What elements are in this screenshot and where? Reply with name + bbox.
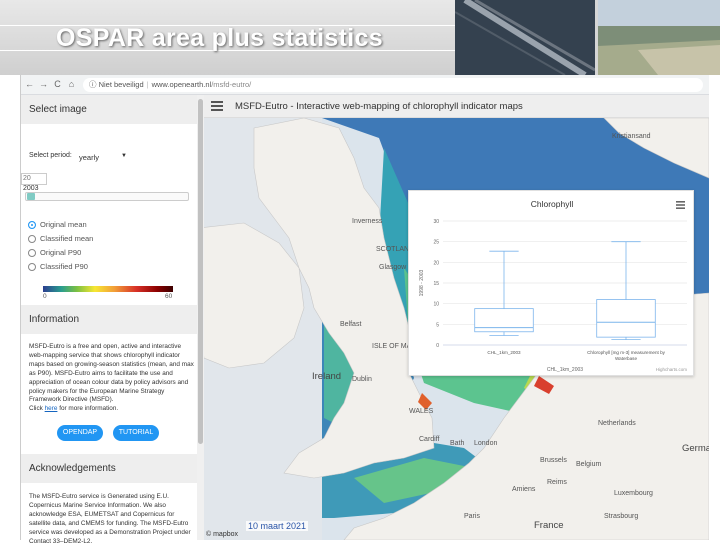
sidebar: Select image Select period: yearly ▼ 20 … [21, 95, 204, 545]
radio-label: Original P90 [40, 248, 82, 257]
radio-unchecked-icon [28, 263, 36, 272]
radio-checked-icon [28, 221, 36, 230]
slide-header: OSPAR area plus statistics [0, 0, 720, 75]
click-prefix: Click [29, 405, 45, 413]
y-tick-label: 15 [433, 281, 439, 287]
url-field[interactable]: ⓘ Niet beveiligd | www.openearth.nl/msfd-e… [83, 78, 703, 92]
box-plot: 0 5 10 15 20 25 30 1998 - 2003 CHL_1km_2003 Chlor… [419, 219, 687, 373]
map-label-kristiansand: Kristiansand [612, 133, 651, 140]
back-icon[interactable]: ← [24, 79, 35, 89]
radio-classified-mean[interactable]: Classified mean [28, 234, 93, 246]
radio-label: Classified mean [40, 234, 94, 243]
url-path: /msfd-eutro/ [211, 80, 252, 89]
colorbar-max: 60 [165, 293, 173, 300]
map-label-amiens: Amiens [512, 486, 536, 493]
address-bar: ← → C ⌂ ⓘ Niet beveiligd | www.openearth.n… [21, 75, 709, 95]
map-label-ireland: Ireland [312, 371, 342, 382]
click-suffix: for more information. [57, 405, 119, 413]
map-label-wales: WALES [409, 408, 434, 415]
map-label-cardiff: Cardiff [419, 436, 440, 443]
caret-down-icon: ▼ [121, 153, 127, 159]
y-tick-label: 20 [433, 260, 439, 266]
more-info-link[interactable]: here [45, 405, 58, 412]
mapbox-attribution[interactable]: © mapbox [206, 531, 238, 538]
app-bar: MSFD-Eutro - Interactive web-mapping of … [204, 95, 709, 118]
y-tick-label: 10 [433, 302, 439, 308]
map-label-brussels: Brussels [540, 457, 567, 464]
x-tick-label: Waterbase [615, 356, 637, 361]
app-title: MSFD-Eutro - Interactive web-mapping of … [235, 101, 523, 112]
sidebar-scrollbar-thumb[interactable] [198, 99, 203, 444]
map-label-glasgow: Glasgow [379, 264, 407, 271]
radio-original-mean[interactable]: Original mean [28, 220, 87, 232]
info-icon: ⓘ [89, 80, 97, 89]
period-select[interactable]: yearly ▼ [79, 153, 134, 165]
y-tick-label: 5 [436, 322, 439, 328]
period-label: Select period: [29, 152, 72, 159]
select-image-heading: Select image [21, 95, 197, 124]
map-label-netherlands: Netherlands [598, 420, 636, 427]
menu-icon[interactable] [211, 101, 223, 111]
map-label-luxembourg: Luxembourg [614, 490, 653, 497]
map-label-bath: Bath [450, 440, 465, 447]
opendap-button[interactable]: OPENDAP [57, 425, 103, 441]
bridge-photo [455, 0, 595, 75]
tutorial-button[interactable]: TUTORIAL [113, 425, 159, 441]
y-tick-label: 25 [433, 240, 439, 246]
forward-icon[interactable]: → [38, 79, 49, 89]
chlorophyll-colorbar [43, 286, 173, 292]
y-tick-label: 30 [433, 219, 439, 225]
map-label-belfast: Belfast [340, 321, 362, 328]
year-value: 2003 [23, 185, 39, 192]
information-heading: Information [21, 305, 197, 334]
x-tick-label: CHL_1km_2003 [487, 350, 521, 355]
year-slider-handle[interactable] [27, 193, 35, 200]
map-label-paris: Paris [464, 513, 480, 520]
radio-original-p90[interactable]: Original P90 [28, 248, 81, 260]
map-label-germany: Germany [682, 443, 709, 454]
map-label-london: London [474, 440, 498, 447]
reload-icon[interactable]: C [52, 79, 63, 89]
home-icon[interactable]: ⌂ [66, 79, 77, 89]
box [474, 308, 534, 333]
chart-credit: Highcharts.com [655, 367, 687, 372]
y-tick-label: 0 [436, 343, 439, 349]
acknowledgements-text: The MSFD-Eutro service is Generated usin… [29, 493, 191, 545]
radio-label: Classified P90 [40, 262, 88, 271]
map-label-inverness: Inverness [352, 218, 383, 225]
map-label-strasbourg: Strasbourg [604, 513, 639, 520]
information-body: MSFD-Eutro is a free and open, active an… [29, 343, 194, 404]
box [596, 299, 656, 338]
radio-classified-p90[interactable]: Classified P90 [28, 262, 88, 274]
chart-popup: Chlorophyll 0 5 10 15 20 25 30 1998 - 2003 CHL_1… [408, 190, 694, 376]
map-label-france: France [534, 520, 564, 531]
security-label: Niet beveiligd [98, 80, 144, 89]
x-tick-label: Chlorophyll [mg m-3] measurement by [587, 350, 666, 355]
map-label-reims: Reims [547, 479, 567, 486]
information-text: MSFD-Eutro is a free and open, active an… [29, 343, 194, 414]
period-value: yearly [79, 153, 100, 162]
year-input[interactable]: 20 2003 [21, 173, 47, 192]
x-axis-label: CHL_1km_2003 [547, 367, 583, 373]
slide-date: 10 maart 2021 [246, 521, 309, 531]
map-label-belgium: Belgium [576, 461, 602, 468]
map-label-dublin: Dublin [352, 376, 372, 383]
colorbar-min: 0 [43, 293, 47, 300]
year-slider[interactable] [25, 192, 189, 201]
year-prefix: 20 [23, 175, 31, 182]
coast-photo [598, 0, 720, 75]
radio-unchecked-icon [28, 235, 36, 244]
radio-label: Original mean [40, 220, 87, 229]
slide-title: OSPAR area plus statistics [56, 24, 383, 52]
y-axis-label: 1998 - 2003 [419, 269, 425, 296]
radio-unchecked-icon [28, 249, 36, 258]
acknowledgements-heading: Acknowledgements [21, 454, 197, 483]
url-domain: www.openearth.nl [151, 80, 212, 89]
